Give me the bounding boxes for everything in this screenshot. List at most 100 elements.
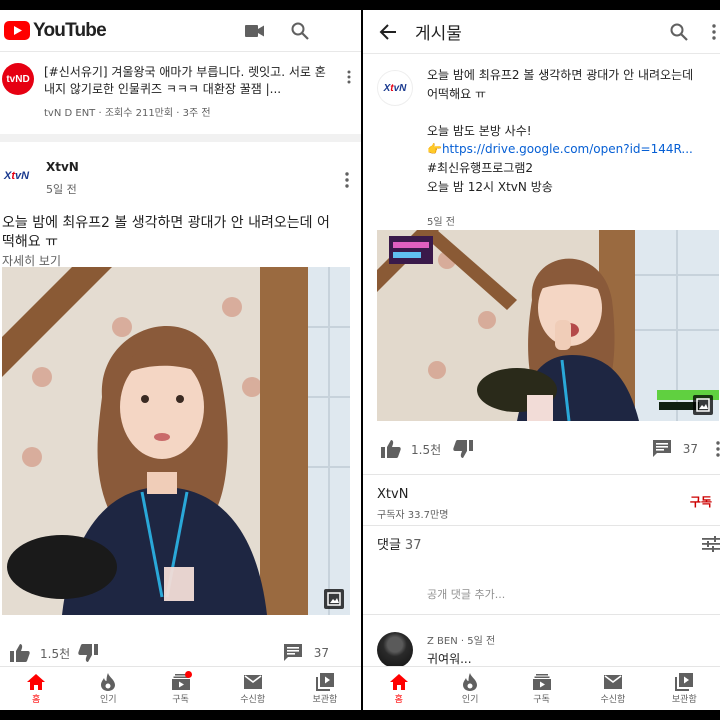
nav-library[interactable]: 보관함 bbox=[289, 667, 361, 710]
nav-label: 수신함 bbox=[600, 695, 626, 705]
video-title[interactable]: [#신서유기] 겨울왕국 애마가 부릅니다. 렛잇고. 서로 혼내지 않기로한 … bbox=[44, 64, 328, 98]
post-time: 5일 전 bbox=[427, 217, 455, 228]
like-count: 1.5천 bbox=[40, 646, 71, 661]
mail-icon bbox=[603, 672, 622, 692]
nav-subscriptions[interactable]: 구독 bbox=[506, 667, 577, 710]
thumb-up-icon[interactable] bbox=[381, 440, 401, 458]
post-line: 오늘 밤도 본방 사수! bbox=[427, 123, 532, 138]
more-vert-icon[interactable] bbox=[345, 172, 349, 188]
thumb-up-icon[interactable] bbox=[10, 644, 30, 662]
more-vert-icon[interactable] bbox=[716, 441, 720, 457]
nav-trending[interactable]: 인기 bbox=[434, 667, 505, 710]
bottom-navigation: 홈 인기 구독 수신함 보관함 bbox=[363, 666, 720, 710]
post-link[interactable]: https://drive.google.com/open?id=144R... bbox=[442, 142, 693, 156]
top-app-bar: YouTube bbox=[0, 10, 361, 52]
video-list-item[interactable]: tvND [#신서유기] 겨울왕국 애마가 부릅니다. 렛잇고. 서로 혼내지 … bbox=[0, 60, 361, 130]
nav-inbox[interactable]: 수신함 bbox=[577, 667, 648, 710]
more-vert-icon[interactable] bbox=[347, 70, 351, 84]
comment-divider bbox=[363, 614, 720, 615]
post-time: 5일 전 bbox=[46, 183, 77, 196]
post-header: XtvN XtvN 5일 전 bbox=[0, 158, 361, 204]
camera-icon[interactable] bbox=[245, 24, 265, 38]
back-arrow-icon[interactable] bbox=[379, 23, 397, 40]
comment-count: 37 bbox=[313, 646, 329, 660]
comment-icon[interactable] bbox=[652, 440, 671, 458]
nav-home[interactable]: 홈 bbox=[363, 667, 434, 710]
post-line: 오늘 밤에 최유프2 볼 생각하면 광대가 안 내려오는데 bbox=[427, 68, 694, 82]
channel-avatar[interactable]: XtvN bbox=[4, 170, 29, 182]
post-line: 오늘 밤 12시 XtvN 방송 bbox=[427, 179, 553, 194]
subscriber-count: 구독자 33.7만명 bbox=[377, 510, 449, 521]
subscriptions-icon bbox=[532, 672, 551, 692]
nav-label: 인기 bbox=[100, 695, 117, 705]
image-icon bbox=[693, 395, 713, 415]
like-count: 1.5천 bbox=[411, 442, 442, 457]
channel-row[interactable]: XtvN 구독자 33.7만명 구독 bbox=[363, 474, 720, 526]
comment-meta: Z BEN · 5일 전 bbox=[427, 636, 496, 647]
pointing-hand-icon: 👉 bbox=[427, 142, 442, 157]
nav-home[interactable]: 홈 bbox=[0, 667, 72, 710]
post-image[interactable] bbox=[377, 230, 719, 421]
search-icon[interactable] bbox=[291, 22, 309, 40]
bottom-navigation: 홈 인기 구독 수신함 보관함 bbox=[0, 666, 361, 710]
post-image-illustration bbox=[2, 267, 350, 615]
logo-text: YouTube bbox=[33, 19, 107, 41]
nav-trending[interactable]: 인기 bbox=[72, 667, 144, 710]
channel-avatar[interactable]: tvND bbox=[2, 63, 34, 95]
youtube-logo[interactable]: YouTube bbox=[4, 19, 107, 42]
post-body: 오늘 밤에 최유프2 볼 생각하면 광대가 안 내려오는데 어떡해요 ㅠ 오늘 … bbox=[427, 66, 697, 196]
add-comment-input[interactable]: 공개 댓글 추가... bbox=[427, 586, 505, 602]
post-hashtag[interactable]: #최신유행프로그램2 bbox=[427, 159, 697, 178]
thumb-down-icon[interactable] bbox=[453, 440, 474, 458]
nav-label: 구독 bbox=[533, 695, 550, 705]
comments-label: 댓글 bbox=[377, 538, 401, 553]
post-channel-name[interactable]: XtvN bbox=[46, 160, 79, 174]
video-meta: tvN D ENT · 조회수 211만회 · 3주 전 bbox=[44, 108, 211, 119]
comment-text: 귀여워... bbox=[427, 652, 472, 666]
subscribe-button[interactable]: 구독 bbox=[690, 493, 712, 510]
nav-label: 보관함 bbox=[312, 695, 338, 705]
post-text: 오늘 밤에 최유프2 볼 생각하면 광대가 안 내려오는데 어떡해요 ㅠ bbox=[2, 215, 330, 250]
flame-icon bbox=[463, 672, 478, 692]
post-actions: 1.5천 37 bbox=[0, 636, 361, 670]
channel-avatar[interactable]: XtvN bbox=[377, 70, 413, 106]
thumb-down-icon[interactable] bbox=[78, 644, 99, 662]
sort-icon[interactable] bbox=[702, 536, 720, 552]
flame-icon bbox=[101, 672, 116, 692]
more-vert-icon[interactable] bbox=[712, 23, 716, 40]
library-icon bbox=[315, 672, 334, 692]
comment-icon[interactable] bbox=[283, 644, 302, 662]
top-app-bar: 게시물 bbox=[363, 10, 720, 54]
nav-inbox[interactable]: 수신함 bbox=[217, 667, 289, 710]
nav-label: 수신함 bbox=[240, 695, 266, 705]
nav-label: 홈 bbox=[31, 695, 41, 705]
mail-icon bbox=[243, 672, 262, 692]
community-feed-screen: YouTube tvND [#신서유기] 겨울왕국 애마가 부릅니다. 렛잇고.… bbox=[0, 10, 361, 710]
commenter-avatar[interactable] bbox=[377, 632, 413, 668]
youtube-play-icon bbox=[4, 21, 30, 40]
image-icon bbox=[324, 589, 344, 609]
nav-label: 보관함 bbox=[671, 695, 697, 705]
channel-name[interactable]: XtvN bbox=[377, 487, 408, 502]
home-icon bbox=[389, 672, 408, 692]
home-icon bbox=[27, 672, 46, 692]
nav-subscriptions[interactable]: 구독 bbox=[144, 667, 216, 710]
nav-label: 구독 bbox=[172, 695, 189, 705]
library-icon bbox=[675, 672, 694, 692]
post-image[interactable] bbox=[2, 267, 350, 615]
post-line: 어떡해요 ㅠ bbox=[427, 86, 487, 101]
nav-library[interactable]: 보관함 bbox=[649, 667, 720, 710]
post-detail-screen: 게시물 Xt vN 오늘 밤에 최유프2 볼 생각하면 광대가 안 내려오는데 어… bbox=[363, 10, 720, 710]
comment-time: 5일 전 bbox=[467, 636, 496, 647]
new-content-dot bbox=[184, 671, 192, 678]
search-icon[interactable] bbox=[670, 23, 688, 41]
section-divider bbox=[0, 134, 361, 142]
post-image-illustration bbox=[377, 230, 719, 421]
comment-count: 37 bbox=[682, 442, 698, 456]
page-title: 게시물 bbox=[415, 24, 462, 44]
post-actions: 1.5천 37 bbox=[363, 432, 720, 466]
comments-count: 37 bbox=[404, 538, 422, 553]
nav-label: 홈 bbox=[394, 695, 403, 705]
comment-author[interactable]: Z BEN bbox=[427, 636, 458, 647]
comments-header: 댓글 37 bbox=[377, 534, 421, 553]
